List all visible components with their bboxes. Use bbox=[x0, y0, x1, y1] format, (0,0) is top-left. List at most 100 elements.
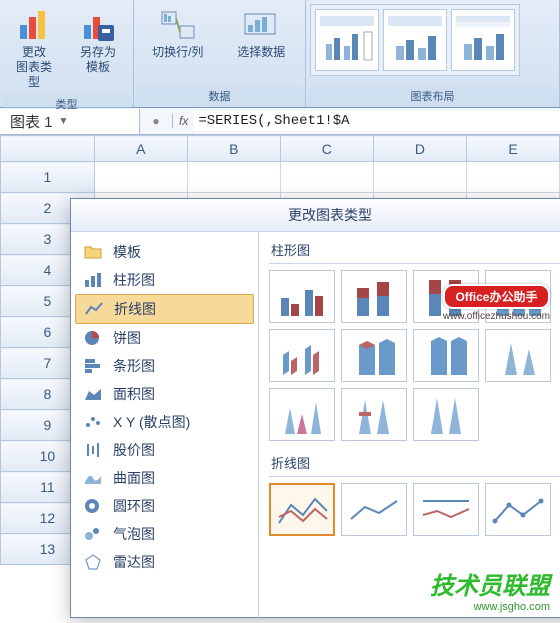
watermark-jsylm-text: 技术员联盟 bbox=[430, 566, 550, 601]
sidebar-item-column[interactable]: 柱形图 bbox=[75, 266, 254, 294]
bar-chart-icon bbox=[83, 357, 103, 375]
sidebar-item-stock[interactable]: 股价图 bbox=[75, 436, 254, 464]
sidebar-item-label: 圆环图 bbox=[113, 496, 155, 516]
scatter-chart-icon bbox=[83, 413, 103, 431]
line-chart-icon bbox=[84, 300, 104, 318]
chart-thumb-line[interactable] bbox=[269, 483, 335, 536]
sidebar-item-label: 股价图 bbox=[113, 440, 155, 460]
sidebar-item-surface[interactable]: 曲面图 bbox=[75, 464, 254, 492]
sidebar-item-bar[interactable]: 条形图 bbox=[75, 352, 254, 380]
chart-layout-gallery[interactable] bbox=[310, 4, 520, 76]
cell[interactable] bbox=[466, 162, 559, 193]
pie-chart-icon bbox=[83, 329, 103, 347]
cell[interactable] bbox=[280, 162, 373, 193]
select-data-label: 选择数据 bbox=[237, 45, 285, 60]
formula-input[interactable]: =SERIES(,Sheet1!$A bbox=[194, 111, 560, 131]
col-header[interactable]: D bbox=[373, 136, 466, 162]
watermark-office-helper: Office办公助手 www.officezhushou.com bbox=[443, 284, 550, 322]
chart-thumb-3d-100stacked[interactable] bbox=[413, 329, 479, 382]
change-chart-type-button[interactable]: 更改图表类型 bbox=[4, 4, 64, 93]
layout-item[interactable] bbox=[315, 9, 379, 71]
select-data-button[interactable]: 选择数据 bbox=[222, 4, 302, 63]
section-label-column: 柱形图 bbox=[269, 238, 560, 264]
chevron-down-icon[interactable]: ▼ bbox=[59, 116, 69, 127]
fx-icon[interactable]: fx bbox=[173, 114, 194, 128]
chart-thumb-3d-stacked[interactable] bbox=[341, 329, 407, 382]
row-header[interactable]: 1 bbox=[1, 162, 95, 193]
ribbon-group-layout-label: 图表布局 bbox=[308, 87, 557, 105]
chart-thumb-3d-clustered[interactable] bbox=[269, 329, 335, 382]
chart-thumb-clustered-column[interactable] bbox=[269, 270, 335, 323]
sidebar-item-label: X Y (散点图) bbox=[113, 412, 190, 432]
change-chart-type-dialog: 更改图表类型 模板 柱形图 折线图 饼图 条形图 面积图 X Y (散点图) 股… bbox=[70, 198, 560, 618]
sidebar-item-label: 模板 bbox=[113, 242, 141, 262]
sidebar-item-label: 饼图 bbox=[113, 328, 141, 348]
switch-row-column-label: 切换行/列 bbox=[152, 45, 203, 60]
sidebar-item-label: 条形图 bbox=[113, 356, 155, 376]
save-as-template-button[interactable]: 另存为模板 bbox=[68, 4, 128, 78]
sidebar-item-pie[interactable]: 饼图 bbox=[75, 324, 254, 352]
chart-thumb-stacked-line[interactable] bbox=[341, 483, 407, 536]
ribbon-group-data: 切换行/列 选择数据 数据 bbox=[134, 0, 306, 107]
sidebar-item-line[interactable]: 折线图 bbox=[75, 294, 254, 324]
watermark-url: www.officezhushou.com bbox=[443, 311, 550, 322]
sidebar-item-label: 折线图 bbox=[114, 299, 156, 319]
switch-row-column-button[interactable]: 切换行/列 bbox=[138, 4, 218, 63]
column-headers: A B C D E bbox=[1, 136, 560, 162]
sidebar-item-label: 气泡图 bbox=[113, 524, 155, 544]
name-box-value: 图表 1 bbox=[10, 111, 53, 132]
col-header[interactable]: E bbox=[466, 136, 559, 162]
sidebar-item-donut[interactable]: 圆环图 bbox=[75, 492, 254, 520]
chart-thumb-cone[interactable] bbox=[485, 329, 551, 382]
select-all-corner[interactable] bbox=[1, 136, 95, 162]
chart-thumb-stacked-column[interactable] bbox=[341, 270, 407, 323]
ribbon: 更改图表类型 另存为模板 类型 切换行/列 选择数据 bbox=[0, 0, 560, 108]
layout-item[interactable] bbox=[451, 9, 515, 71]
ribbon-group-data-label: 数据 bbox=[136, 87, 303, 105]
line-thumbnails bbox=[269, 483, 560, 536]
sidebar-item-label: 面积图 bbox=[113, 384, 155, 404]
radar-chart-icon bbox=[83, 553, 103, 571]
table-row: 1 bbox=[1, 162, 560, 193]
change-chart-type-label: 更改图表类型 bbox=[11, 45, 57, 90]
sidebar-item-radar[interactable]: 雷达图 bbox=[75, 548, 254, 576]
chart-thumb-100-line[interactable] bbox=[413, 483, 479, 536]
layout-item[interactable] bbox=[383, 9, 447, 71]
section-label-line: 折线图 bbox=[269, 451, 560, 477]
chart-thumb-cone3[interactable] bbox=[341, 388, 407, 441]
col-header[interactable]: A bbox=[94, 136, 187, 162]
chart-icon bbox=[16, 7, 52, 43]
sidebar-item-area[interactable]: 面积图 bbox=[75, 380, 254, 408]
bubble-chart-icon bbox=[83, 525, 103, 543]
watermark-badge: Office办公助手 bbox=[443, 284, 550, 309]
formula-bar-buttons: ● bbox=[140, 114, 173, 128]
chart-thumb-cone4[interactable] bbox=[413, 388, 479, 441]
switch-icon bbox=[160, 7, 196, 43]
save-as-template-label: 另存为模板 bbox=[80, 45, 116, 75]
cell[interactable] bbox=[94, 162, 187, 193]
template-icon bbox=[80, 7, 116, 43]
folder-icon bbox=[83, 243, 103, 261]
stock-chart-icon bbox=[83, 441, 103, 459]
chart-type-list: 模板 柱形图 折线图 饼图 条形图 面积图 X Y (散点图) 股价图 曲面图 … bbox=[71, 232, 259, 620]
col-header[interactable]: C bbox=[280, 136, 373, 162]
formula-expand-icon[interactable]: ● bbox=[146, 114, 166, 128]
sidebar-item-bubble[interactable]: 气泡图 bbox=[75, 520, 254, 548]
cell[interactable] bbox=[187, 162, 280, 193]
name-box[interactable]: 图表 1 ▼ bbox=[0, 109, 140, 134]
ribbon-group-type: 更改图表类型 另存为模板 类型 bbox=[0, 0, 134, 107]
chart-thumb-cone2[interactable] bbox=[269, 388, 335, 441]
select-data-icon bbox=[243, 7, 279, 43]
watermark-jsylm: 技术员联盟 www.jsgho.com bbox=[430, 566, 550, 613]
chart-thumb-line-markers[interactable] bbox=[485, 483, 551, 536]
col-header[interactable]: B bbox=[187, 136, 280, 162]
formula-bar-row: 图表 1 ▼ ● fx =SERIES(,Sheet1!$A bbox=[0, 108, 560, 135]
cell[interactable] bbox=[373, 162, 466, 193]
sidebar-item-scatter[interactable]: X Y (散点图) bbox=[75, 408, 254, 436]
sidebar-item-label: 柱形图 bbox=[113, 270, 155, 290]
sidebar-item-label: 雷达图 bbox=[113, 552, 155, 572]
column-chart-icon bbox=[83, 271, 103, 289]
sidebar-item-templates[interactable]: 模板 bbox=[75, 238, 254, 266]
watermark-jsylm-url: www.jsgho.com bbox=[430, 601, 550, 613]
surface-chart-icon bbox=[83, 469, 103, 487]
